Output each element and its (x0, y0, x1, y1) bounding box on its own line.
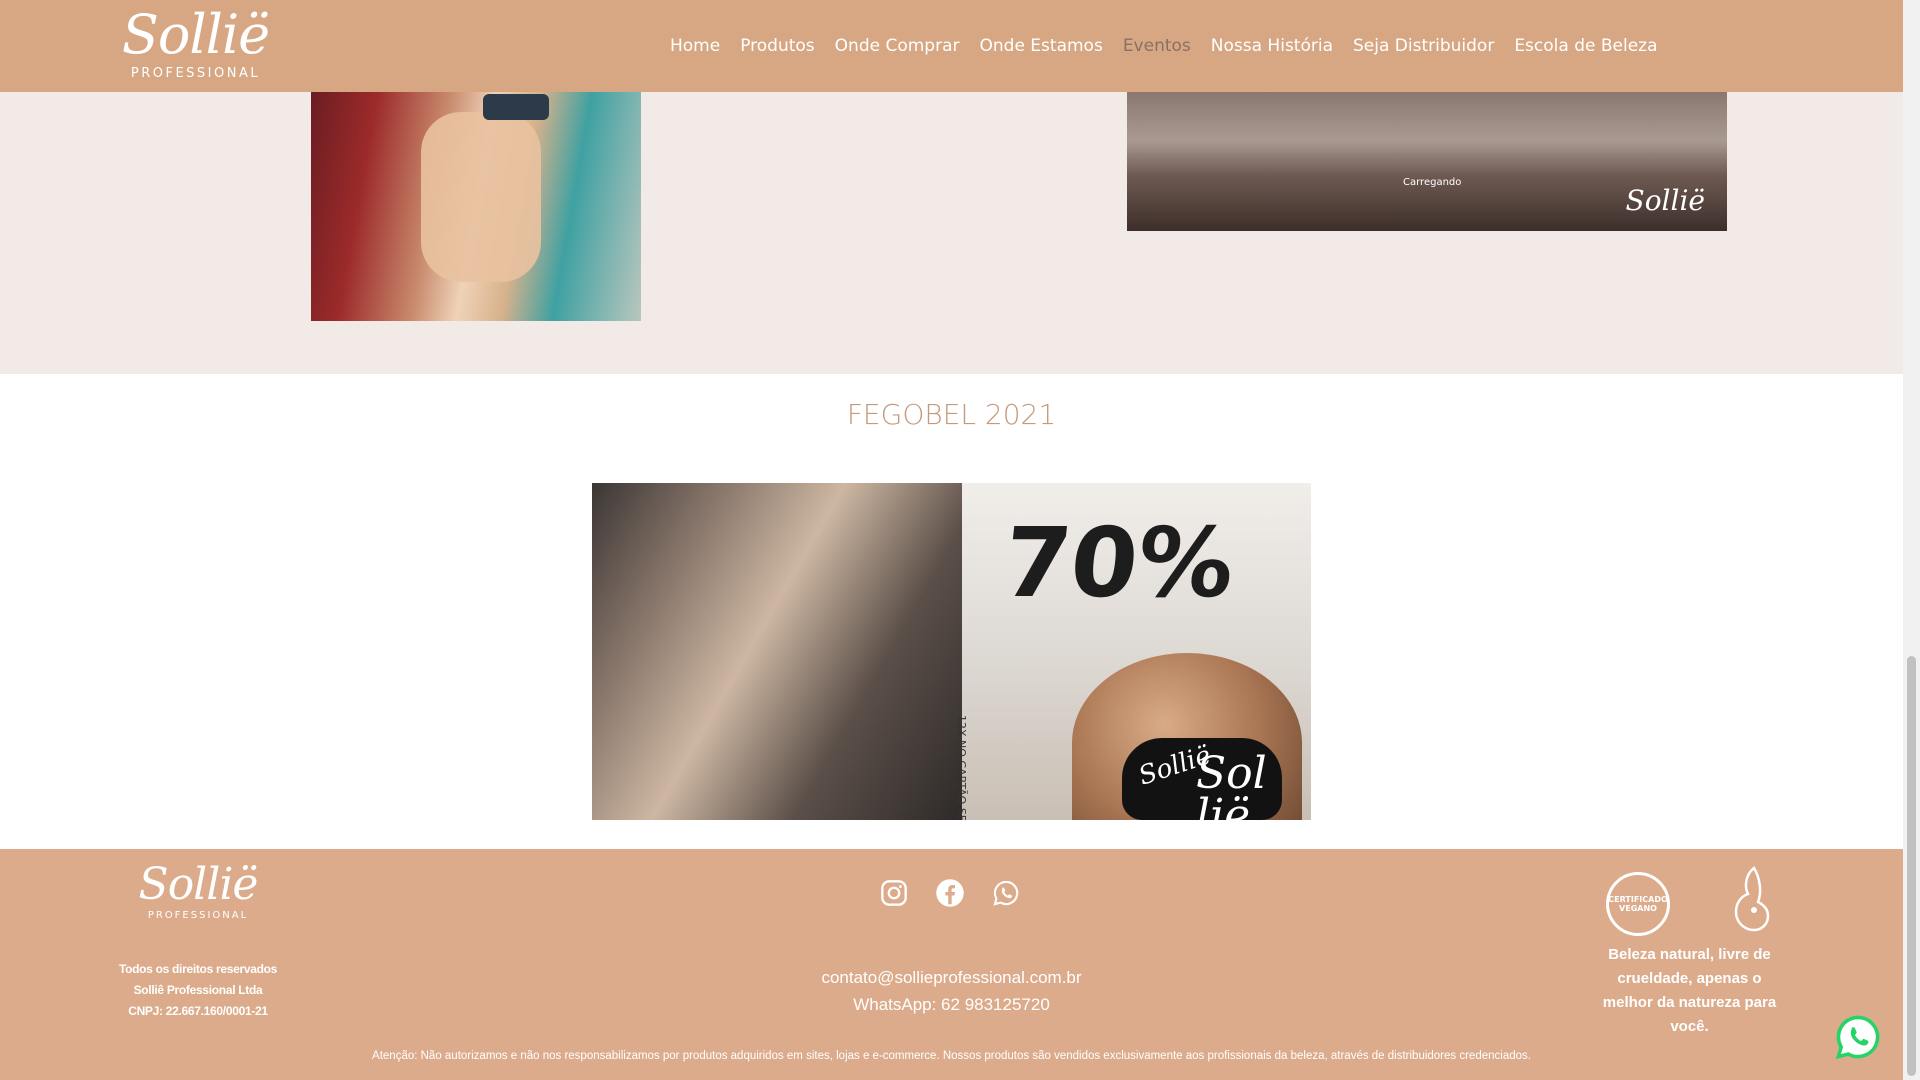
video-loading-label: Carregando (1403, 177, 1462, 188)
video-banner-percent: 70% (998, 507, 1240, 619)
nav-onde-comprar[interactable]: Onde Comprar (825, 34, 970, 58)
event-video-audience[interactable]: Carregando Sollië (1127, 92, 1727, 231)
whatsapp-float-icon (1835, 1015, 1880, 1060)
video-poster-model (592, 483, 962, 820)
cruelty-free-badge (1724, 864, 1774, 940)
site-logo[interactable]: Sollië PROFESSIONAL (108, 4, 283, 88)
video-banner-subtext: 12X NO CARTÃO SEM JUROS (955, 715, 968, 820)
section-title: FEGOBEL 2021 (846, 398, 1057, 431)
footer-logo-sub: PROFESSIONAL (147, 910, 249, 921)
nav-onde-estamos[interactable]: Onde Estamos (970, 34, 1113, 58)
site-header: Sollië PROFESSIONAL Home Produtos Onde C… (0, 0, 1903, 92)
nav-seja-distribuidor[interactable]: Seja Distribuidor (1343, 34, 1504, 58)
vegan-badge: CERTIFICADO VEGANO (1606, 872, 1670, 936)
logo-sub: PROFESSIONAL (130, 66, 261, 81)
main-nav: Home Produtos Onde Comprar Onde Estamos … (660, 34, 1668, 58)
logo-script: Sollië (121, 3, 270, 66)
scrollbar-thumb[interactable] (1907, 656, 1916, 1076)
whatsapp-float-button[interactable] (1834, 1013, 1882, 1061)
nav-home[interactable]: Home (660, 34, 730, 58)
nav-produtos[interactable]: Produtos (730, 34, 824, 58)
page-scrollbar[interactable] (1903, 0, 1920, 1080)
nav-eventos[interactable]: Eventos (1113, 34, 1201, 58)
instagram-icon[interactable] (879, 878, 909, 908)
whatsapp-icon[interactable] (991, 878, 1021, 908)
certification-badges: CERTIFICADO VEGANO (1606, 862, 1786, 942)
footer-tagline: Beleza natural, livre de crueldade, apen… (1602, 946, 1777, 1035)
footer-logo[interactable]: Sollië PROFESSIONAL (128, 861, 268, 923)
photo-phone (483, 94, 549, 120)
video-watermark-logo: Sol lië (1196, 748, 1267, 821)
video-watermark: Sollië (1625, 184, 1705, 217)
social-links (879, 878, 1021, 908)
event-photo-selfie[interactable] (311, 92, 641, 321)
nav-escola-de-beleza[interactable]: Escola de Beleza (1504, 34, 1667, 58)
fegobel-video[interactable]: 70% 12X NO CARTÃO SEM JUROS Sollië Sol l… (592, 483, 1311, 820)
footer-logo-script: Sollië (138, 859, 259, 910)
footer-disclaimer: Atenção: Não autorizamos e não nos respo… (372, 1050, 1531, 1062)
nav-nossa-historia[interactable]: Nossa História (1201, 34, 1343, 58)
photo-arm (421, 112, 541, 282)
facebook-icon[interactable] (935, 878, 965, 908)
